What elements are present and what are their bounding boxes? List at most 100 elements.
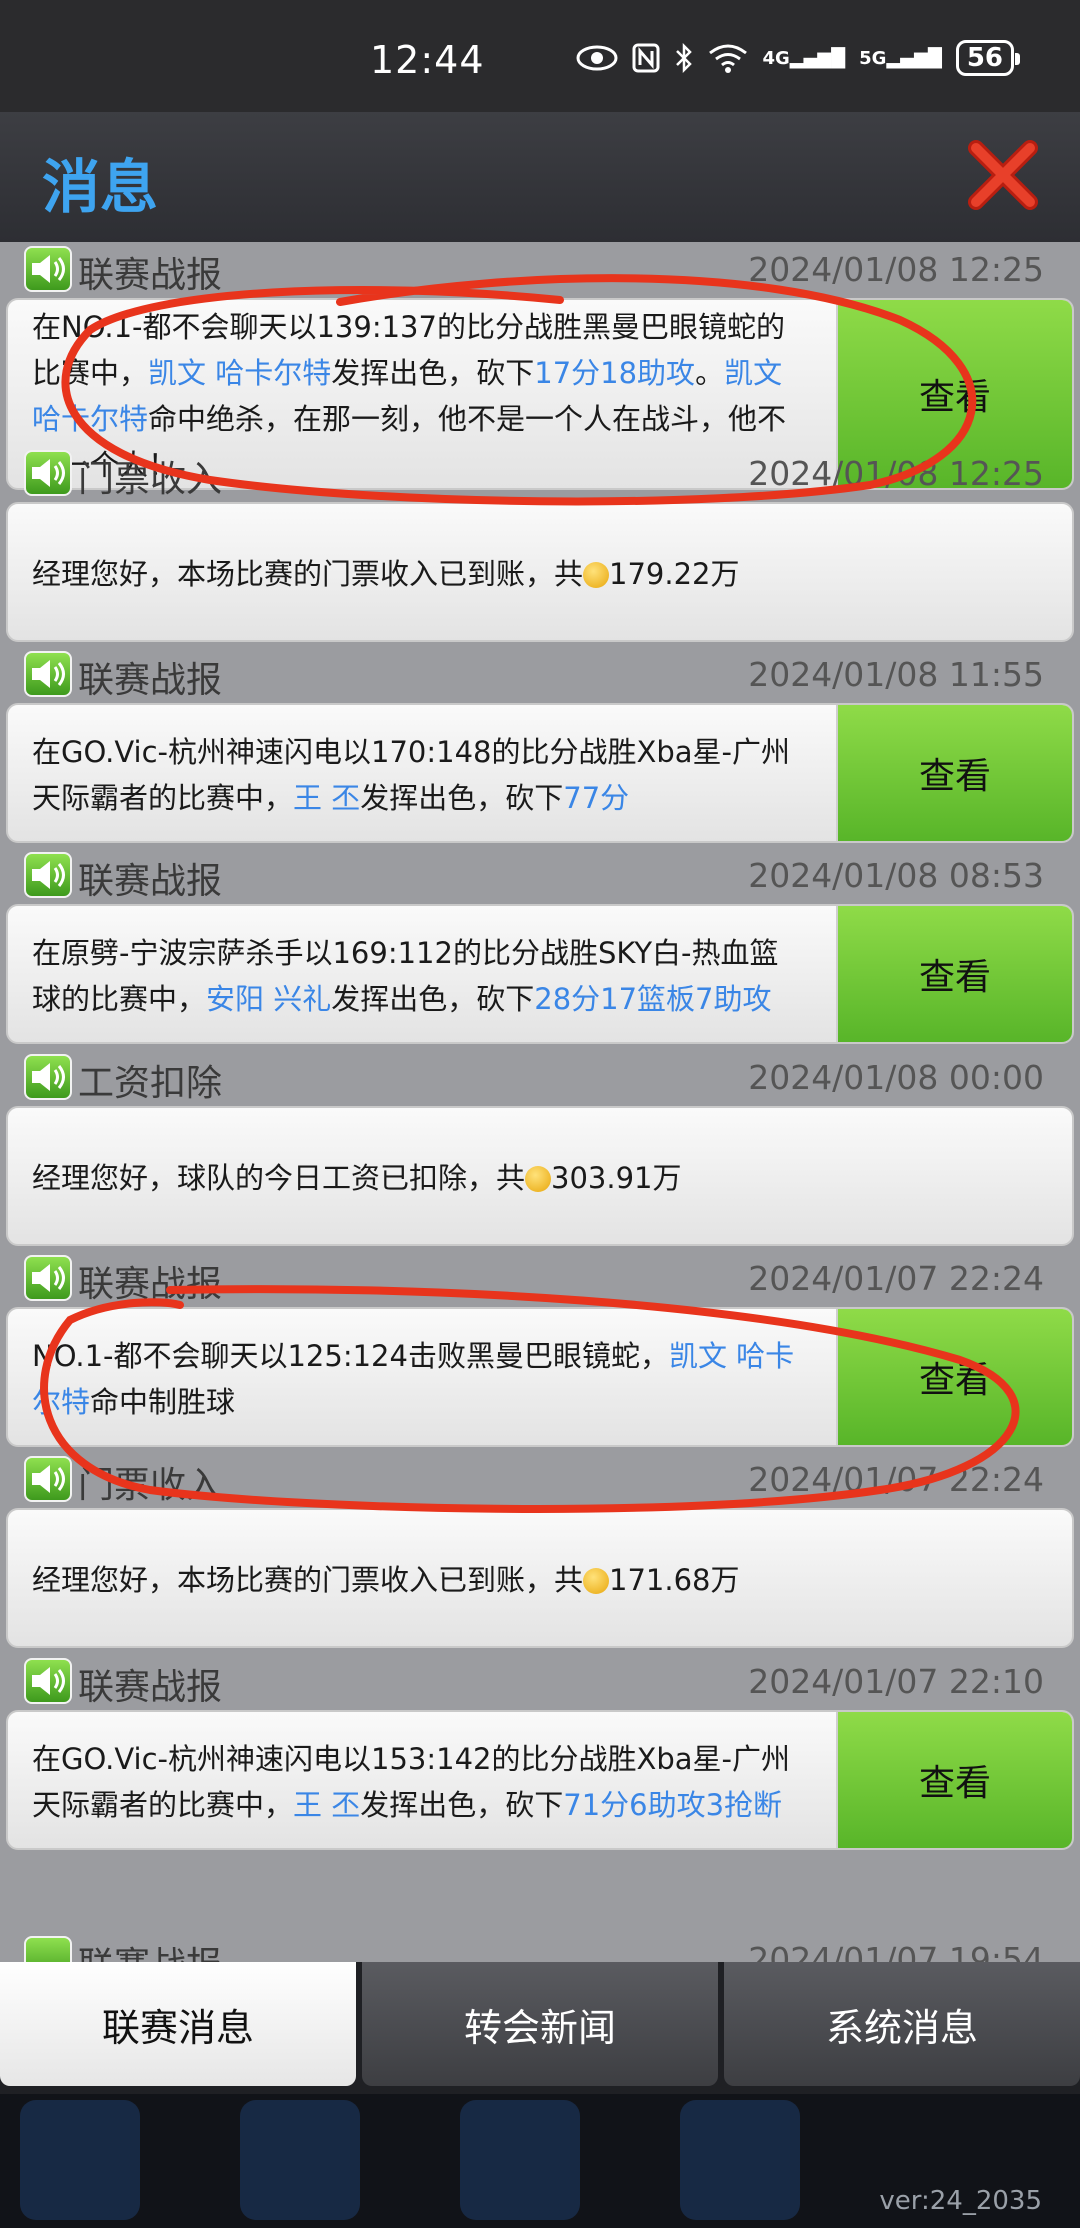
highlight-text[interactable]: 凯文: [724, 356, 782, 390]
message-line: 在GO.Vic-杭州神速闪电以153:142的比分战胜Xba星-广州: [32, 1736, 790, 1782]
message-segment: 303.91万: [551, 1161, 682, 1195]
highlight-text[interactable]: 安阳 兴礼: [206, 982, 331, 1016]
message-line: 经理您好，本场比赛的门票收入已到账，共 171.68万: [32, 1557, 740, 1603]
message-type: 门票收入: [78, 1465, 223, 1506]
tab-system-messages[interactable]: 系统消息: [724, 1962, 1080, 2086]
message-card[interactable]: 经理您好，球队的今日工资已扣除，共 303.91万: [6, 1106, 1074, 1246]
message-header: 门票收入 2024/01/07 22:24: [6, 1452, 1074, 1508]
message-time: 2024/01/08 12:25: [748, 250, 1044, 289]
message-segment: 球的比赛中，: [32, 982, 207, 1016]
speaker-icon: [24, 1658, 72, 1704]
message-card[interactable]: 在原劈-宁波宗萨杀手以169:112的比分战胜SKY白-热血篮 球的比赛中，安阳 …: [6, 904, 1074, 1044]
tab-league-messages[interactable]: 联赛消息: [0, 1962, 356, 2086]
message-line: 经理您好，本场比赛的门票收入已到账，共 179.22万: [32, 551, 740, 597]
dock-item-3[interactable]: [460, 2100, 580, 2220]
message-segment: 天际霸者的比赛中，: [32, 781, 294, 815]
message-list[interactable]: 联赛战报 2024/01/08 12:25 在NO.1-都不会聊天以139:137的…: [0, 242, 1080, 1962]
message-time: 2024/01/07 19:54: [748, 1940, 1044, 1962]
bluetooth-icon: [676, 43, 693, 73]
coin-icon: [525, 1166, 552, 1192]
message-header: 联赛战报 2024/01/07 22:24: [6, 1251, 1074, 1307]
signal-5g-icon: 5G▂▄▆█: [859, 47, 942, 69]
view-button[interactable]: 查看: [836, 906, 1072, 1042]
message-time: 2024/01/07 22:10: [748, 1662, 1044, 1701]
message-segment: 在GO.Vic-杭州神速闪电以170:148的比分战胜Xba星-广州: [32, 735, 790, 769]
close-icon[interactable]: [966, 138, 1040, 212]
message-line: 哈卡尔特命中绝杀，在那一刻，他不是一个人在战斗，他不: [32, 396, 786, 442]
network-label: 4G: [762, 47, 790, 69]
tab-transfer-news[interactable]: 转会新闻: [362, 1962, 718, 2086]
speaker-icon: [24, 1054, 72, 1100]
view-button[interactable]: 查看: [836, 1309, 1072, 1445]
status-icons: 4G▂▄▆█ 5G▂▄▆█ 56: [576, 40, 1021, 76]
message-card[interactable]: 经理您好，本场比赛的门票收入已到账，共 179.22万: [6, 502, 1074, 642]
speaker-icon: [24, 651, 72, 697]
dock-item-1[interactable]: [20, 2100, 140, 2220]
message-segment: 发挥出色，砍下: [360, 781, 564, 815]
nfc-icon: [632, 43, 660, 73]
message-segment: 经理您好，本场比赛的门票收入已到账，共: [32, 1563, 584, 1597]
battery-indicator: 56: [955, 40, 1021, 76]
dock-item-2[interactable]: [240, 2100, 360, 2220]
message-text: NO.1-都不会聊天以125:124击败黑曼巴眼镜蛇，凯文 哈卡尔特命中制胜球: [32, 1333, 794, 1425]
highlight-text[interactable]: 凯文 哈卡尔特: [148, 356, 331, 390]
message-segment: 发挥出色，砍下: [360, 1788, 564, 1822]
message-text: 在GO.Vic-杭州神速闪电以170:148的比分战胜Xba星-广州 天际霸者的比…: [32, 729, 790, 821]
message-segment: 在NO.1-都不会聊天以139:137的比分战胜黑曼巴眼镜蛇的: [32, 310, 785, 344]
message-item: 联赛战报 2024/01/07 22:10 在GO.Vic-杭州神速闪电以153:1…: [6, 1654, 1074, 1850]
page-title: 消息: [42, 153, 159, 221]
message-segment: 发挥出色，砍下: [331, 356, 535, 390]
message-item: 联赛战报 2024/01/08 08:53 在原劈-宁波宗萨杀手以169:112的比…: [6, 848, 1074, 1044]
highlight-text[interactable]: 尔特: [32, 1385, 90, 1419]
message-segment: 命中制胜球: [90, 1385, 236, 1419]
message-line: 比赛中，凯文 哈卡尔特发挥出色，砍下17分18助攻。凯文: [32, 350, 786, 396]
message-type: 联赛战报: [78, 660, 223, 701]
speaker-icon: [24, 1255, 72, 1301]
message-time: 2024/01/07 22:24: [748, 1259, 1044, 1298]
highlight-text[interactable]: 王 丕: [293, 781, 360, 815]
highlight-text[interactable]: 王 丕: [293, 1788, 360, 1822]
message-segment: 天际霸者的比赛中，: [32, 1788, 294, 1822]
speaker-icon: [24, 1936, 72, 1962]
view-button[interactable]: 查看: [836, 1712, 1072, 1848]
message-time: 2024/01/08 00:00: [748, 1058, 1044, 1097]
message-type: 联赛战报: [78, 1264, 223, 1305]
message-segment: 经理您好，本场比赛的门票收入已到账，共: [32, 557, 584, 591]
status-bar: 12:44 4G▂▄▆█ 5G▂▄▆█ 56: [0, 0, 1080, 112]
highlight-text[interactable]: 28分17篮板7助攻: [534, 982, 771, 1016]
message-header: 联赛战报 2024/01/07 22:10: [6, 1654, 1074, 1710]
message-line: 在NO.1-都不会聊天以139:137的比分战胜黑曼巴眼镜蛇的: [32, 304, 786, 350]
highlight-text[interactable]: 77分: [563, 781, 629, 815]
highlight-text[interactable]: 凯文 哈卡: [669, 1339, 794, 1373]
message-card[interactable]: NO.1-都不会聊天以125:124击败黑曼巴眼镜蛇，凯文 哈卡 尔特命中制胜球查…: [6, 1307, 1074, 1447]
message-text: 经理您好，本场比赛的门票收入已到账，共 179.22万: [32, 551, 740, 597]
message-line: 天际霸者的比赛中，王 丕发挥出色，砍下71分6助攻3抢断: [32, 1782, 790, 1828]
highlight-text[interactable]: 17分18助攻: [534, 356, 695, 390]
message-header: 联赛战报 2024/01/08 12:25: [6, 242, 1074, 298]
message-line: NO.1-都不会聊天以125:124击败黑曼巴眼镜蛇，凯文 哈卡: [32, 1333, 794, 1379]
message-type: 联赛战报: [78, 1936, 222, 1962]
message-text: 在原劈-宁波宗萨杀手以169:112的比分战胜SKY白-热血篮 球的比赛中，安阳 …: [32, 930, 779, 1022]
view-button[interactable]: 查看: [836, 705, 1072, 841]
message-segment: 命中绝杀，在那一刻，他不是一个人在战斗，他不: [148, 402, 787, 436]
network2-label: 5G: [859, 47, 887, 69]
message-card[interactable]: 在GO.Vic-杭州神速闪电以170:148的比分战胜Xba星-广州 天际霸者的比…: [6, 703, 1074, 843]
message-segment: 。: [695, 356, 725, 390]
message-line: 球的比赛中，安阳 兴礼发挥出色，砍下28分17篮板7助攻: [32, 976, 779, 1022]
version-label: ver:24_2035: [879, 2186, 1042, 2216]
message-card[interactable]: 在GO.Vic-杭州神速闪电以153:142的比分战胜Xba星-广州 天际霸者的比…: [6, 1710, 1074, 1850]
message-text: 经理您好，球队的今日工资已扣除，共 303.91万: [32, 1155, 682, 1201]
message-card[interactable]: 经理您好，本场比赛的门票收入已到账，共 171.68万: [6, 1508, 1074, 1648]
coin-icon: [583, 1568, 610, 1594]
message-item: 工资扣除 2024/01/08 00:00 经理您好，球队的今日工资已扣除，共 303…: [6, 1050, 1074, 1246]
speaker-icon: [24, 1456, 72, 1502]
highlight-text[interactable]: 哈卡尔特: [32, 402, 148, 436]
highlight-text[interactable]: 71分6助攻3抢断: [563, 1788, 782, 1822]
message-segment: 在原劈-宁波宗萨杀手以169:112的比分战胜SKY白-热血篮: [32, 936, 779, 970]
message-text: 在GO.Vic-杭州神速闪电以153:142的比分战胜Xba星-广州 天际霸者的比…: [32, 1736, 790, 1828]
speaker-icon: [24, 450, 72, 496]
dock-item-4[interactable]: [680, 2100, 800, 2220]
bottom-tabs: 联赛消息 转会新闻 系统消息: [0, 1962, 1080, 2094]
message-header: 门票收入 2024/01/08 12:25: [6, 446, 1074, 502]
coin-icon: [583, 562, 610, 588]
